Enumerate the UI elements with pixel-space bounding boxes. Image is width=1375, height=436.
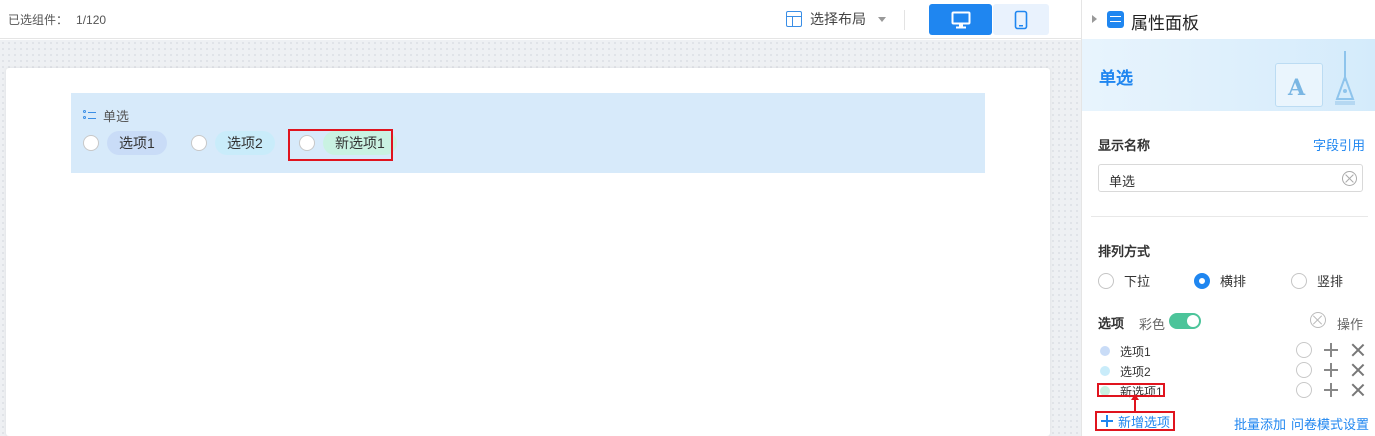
selected-count: 已选组件： 1/120 bbox=[8, 11, 106, 28]
display-name-input[interactable]: 单选 bbox=[1098, 164, 1363, 192]
panel-header: 属性面板 bbox=[1082, 0, 1375, 39]
add-option-button[interactable]: 新增选项 bbox=[1095, 411, 1175, 431]
close-icon[interactable] bbox=[1351, 363, 1365, 377]
ops-label: 操作 bbox=[1337, 317, 1364, 332]
default-radio[interactable] bbox=[1296, 362, 1312, 378]
add-option-label: 新增选项 bbox=[1118, 414, 1171, 430]
survey-mode-link[interactable]: 问卷模式设置 bbox=[1291, 414, 1369, 433]
field-title-label: 单选 bbox=[103, 109, 130, 124]
arrange-label: 排列方式 bbox=[1098, 244, 1151, 259]
selected-label: 已选组件： bbox=[8, 13, 69, 27]
clear-icon[interactable] bbox=[1342, 171, 1357, 186]
plus-icon bbox=[1101, 415, 1113, 427]
arrange-option-label: 竖排 bbox=[1317, 274, 1344, 289]
field-ref-link[interactable]: 字段引用 bbox=[1313, 135, 1365, 154]
close-icon[interactable] bbox=[1351, 343, 1365, 357]
close-icon[interactable] bbox=[1351, 383, 1365, 397]
highlight-box bbox=[288, 129, 393, 161]
mobile-view-button[interactable] bbox=[993, 4, 1049, 35]
component-name: 单选 bbox=[1099, 69, 1133, 88]
clear-all-icon[interactable] bbox=[1310, 312, 1326, 328]
move-icon[interactable] bbox=[1324, 343, 1338, 357]
desktop-view-button[interactable] bbox=[929, 4, 992, 35]
arrange-option-vertical[interactable]: 竖排 bbox=[1291, 271, 1343, 290]
option-row: 选项1 bbox=[1098, 341, 1368, 361]
selected-count-value: 1/120 bbox=[76, 13, 107, 27]
display-name-label: 显示名称 bbox=[1098, 138, 1151, 153]
top-toolbar: 已选组件： 1/120 选择布局 bbox=[0, 0, 1081, 39]
color-label: 彩色 bbox=[1139, 317, 1166, 332]
settings-icon bbox=[1107, 11, 1124, 28]
canvas-option-2[interactable]: 选项2 bbox=[191, 131, 275, 155]
property-panel: 属性面板 单选 A 显示名称 字段引用 单选 排列方式 下拉 横排 竖排 选项 … bbox=[1081, 0, 1375, 436]
radio-button[interactable] bbox=[1291, 272, 1307, 289]
radio-button[interactable] bbox=[1098, 272, 1114, 289]
toolbar-divider bbox=[904, 10, 905, 30]
desktop-icon bbox=[951, 11, 970, 28]
option-color-dot[interactable] bbox=[1100, 346, 1110, 356]
color-toggle[interactable] bbox=[1169, 313, 1201, 329]
option-row: 选项2 bbox=[1098, 361, 1368, 381]
arrange-option-dropdown[interactable]: 下拉 bbox=[1098, 271, 1150, 290]
mobile-icon bbox=[1014, 10, 1028, 29]
canvas-option-1[interactable]: 选项1 bbox=[83, 131, 167, 155]
display-name-value: 单选 bbox=[1109, 174, 1136, 189]
arrange-option-label: 横排 bbox=[1220, 274, 1247, 289]
letter-a-icon: A bbox=[1288, 75, 1306, 101]
option-row-label[interactable]: 选项1 bbox=[1120, 343, 1151, 360]
default-radio[interactable] bbox=[1296, 342, 1312, 358]
list-icon bbox=[83, 110, 96, 121]
chevron-down-icon bbox=[878, 16, 886, 22]
section-divider bbox=[1091, 216, 1368, 217]
default-radio[interactable] bbox=[1296, 382, 1312, 398]
arrow-line bbox=[1134, 398, 1136, 412]
radio-button[interactable] bbox=[83, 135, 99, 151]
batch-add-link[interactable]: 批量添加 bbox=[1234, 414, 1286, 433]
layout-select[interactable]: 选择布局 bbox=[786, 9, 886, 29]
component-banner: 单选 A bbox=[1082, 39, 1375, 111]
radio-button-checked[interactable] bbox=[1194, 272, 1210, 289]
panel-title: 属性面板 bbox=[1131, 14, 1199, 33]
pen-icon bbox=[1335, 51, 1355, 105]
arrange-option-horizontal[interactable]: 横排 bbox=[1194, 271, 1246, 290]
move-icon[interactable] bbox=[1324, 383, 1338, 397]
radio-button[interactable] bbox=[191, 135, 207, 151]
collapse-icon[interactable] bbox=[1092, 15, 1097, 23]
option-pill: 选项1 bbox=[107, 131, 167, 155]
option-row-label[interactable]: 选项2 bbox=[1120, 363, 1151, 380]
options-label: 选项 bbox=[1098, 316, 1125, 331]
option-pill: 选项2 bbox=[215, 131, 275, 155]
arrange-option-label: 下拉 bbox=[1124, 274, 1151, 289]
move-icon[interactable] bbox=[1324, 363, 1338, 377]
layout-icon bbox=[786, 11, 802, 27]
field-title: 单选 bbox=[83, 106, 129, 125]
option-color-dot[interactable] bbox=[1100, 366, 1110, 376]
layout-select-label: 选择布局 bbox=[810, 11, 866, 27]
